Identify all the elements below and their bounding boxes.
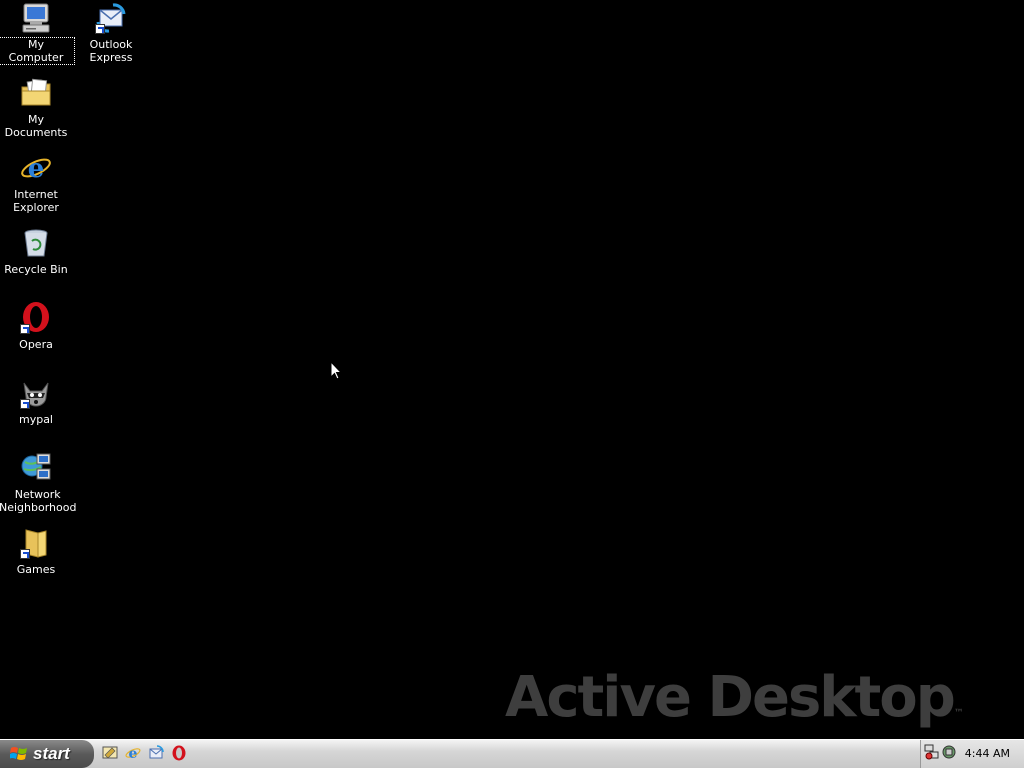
volume-tray-icon[interactable] <box>941 744 957 760</box>
desktop-icon-label: mypal <box>18 413 53 426</box>
start-label: start <box>33 744 70 763</box>
svg-text:e: e <box>28 154 45 184</box>
desktop-icon-label: Opera <box>19 338 53 351</box>
system-tray: 4:44 AM <box>920 740 1024 768</box>
desktop-icon-label: Network Neighborhood <box>0 488 77 514</box>
desktop-icon-outlook-express[interactable]: Outlook Express <box>73 2 149 64</box>
clock[interactable]: 4:44 AM <box>965 740 1010 768</box>
outlook-express-icon <box>95 2 127 34</box>
network-neighborhood-icon <box>20 452 52 484</box>
desktop[interactable]: My Computer Outlook Express My Documents <box>0 0 1024 739</box>
desktop-icon-label: Internet Explorer <box>13 188 59 214</box>
shortcut-arrow-icon <box>20 324 30 334</box>
desktop-icon-label: My Documents <box>4 113 68 139</box>
desktop-icon-recycle-bin[interactable]: Recycle Bin <box>0 227 74 276</box>
desktop-icon-mypal[interactable]: mypal <box>0 377 74 426</box>
desktop-icon-games[interactable]: Games <box>0 527 74 576</box>
windows-logo-icon <box>10 747 27 760</box>
desktop-icon-label: Outlook Express <box>89 38 133 64</box>
desktop-icon-label: Games <box>16 563 56 576</box>
show-desktop-icon[interactable] <box>100 743 120 763</box>
shortcut-arrow-icon <box>20 399 30 409</box>
taskbar: start e 4:44 AM <box>0 739 1024 768</box>
desktop-icon-my-documents[interactable]: My Documents <box>0 77 74 139</box>
svg-text:e: e <box>129 746 138 761</box>
shortcut-arrow-icon <box>95 24 105 34</box>
desktop-icon-label: Recycle Bin <box>4 263 68 276</box>
watermark-text: Active Desktop <box>505 665 956 730</box>
desktop-icon-opera[interactable]: Opera <box>0 302 74 351</box>
desktop-icon-label: My Computer <box>0 37 75 65</box>
desktop-icon-internet-explorer[interactable]: e Internet Explorer <box>0 152 74 214</box>
internet-explorer-icon[interactable]: e <box>123 743 143 763</box>
opera-icon <box>20 302 52 334</box>
start-button[interactable]: start <box>0 740 94 768</box>
shortcut-arrow-icon <box>20 549 30 559</box>
desktop-icon-network-neighborhood[interactable]: Network Neighborhood <box>0 452 77 514</box>
opera-icon[interactable] <box>169 743 189 763</box>
watermark-trademark: ™ <box>953 708 964 719</box>
mouse-pointer-icon <box>330 361 342 380</box>
games-folder-icon <box>20 527 52 559</box>
desktop-icon-my-computer[interactable]: My Computer <box>0 2 75 65</box>
internet-explorer-icon: e <box>20 152 52 184</box>
quick-launch-bar: e <box>100 743 189 765</box>
my-documents-icon <box>20 77 52 109</box>
active-desktop-watermark: Active Desktop™ <box>505 665 964 730</box>
mypal-icon <box>20 377 52 409</box>
network-tray-icon[interactable] <box>924 744 940 760</box>
recycle-bin-icon <box>20 227 52 259</box>
my-computer-icon <box>20 2 52 34</box>
outlook-express-icon[interactable] <box>146 743 166 763</box>
